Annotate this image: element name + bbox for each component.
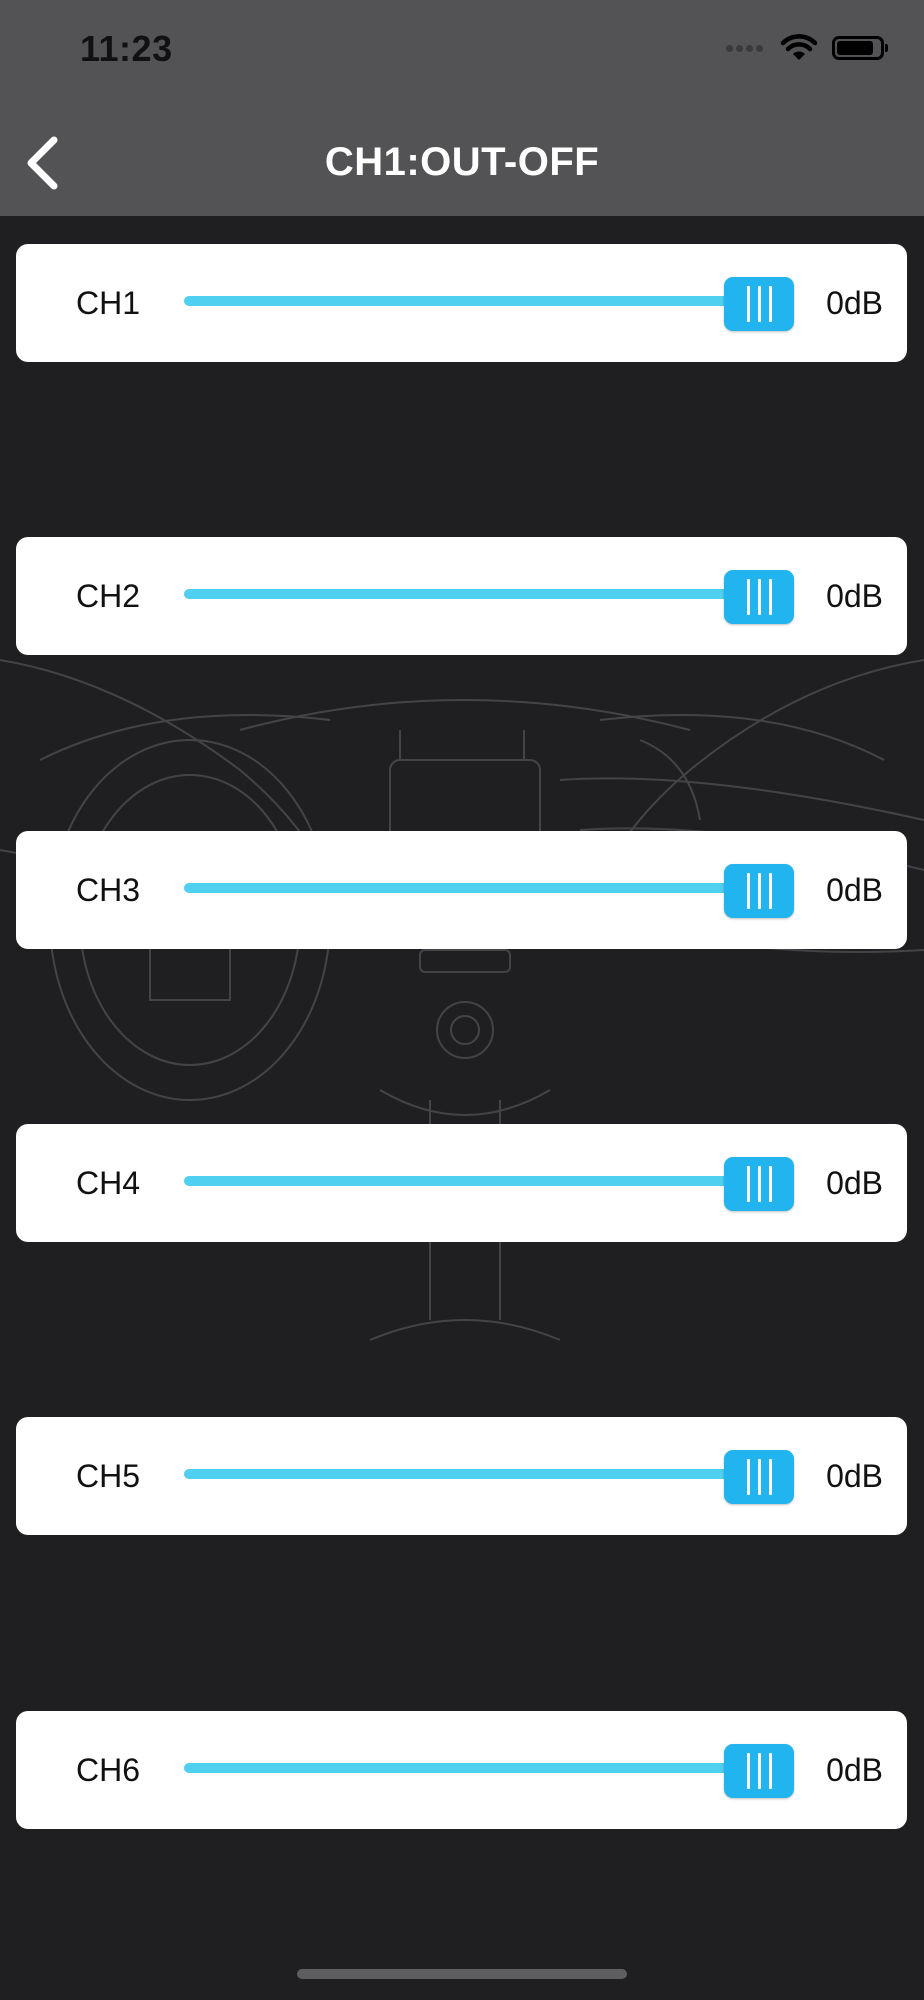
- channel-label: CH4: [75, 1165, 140, 1201]
- gain-value: 0dB: [826, 872, 883, 908]
- slider-fill: [184, 1176, 730, 1186]
- channel-label: CH6: [75, 1752, 140, 1788]
- slider-thumb[interactable]: [724, 1450, 794, 1504]
- gain-slider-ch4[interactable]: [184, 1124, 794, 1242]
- slider-fill: [184, 296, 730, 306]
- slider-thumb[interactable]: [724, 864, 794, 918]
- slider-thumb[interactable]: [724, 1744, 794, 1798]
- page-title: CH1:OUT-OFF: [324, 140, 600, 184]
- navigation-bar: 11:23 CH1:OUT-OFF: [0, 0, 924, 216]
- cellular-signal-icon: [726, 39, 766, 57]
- slider-fill: [184, 1469, 730, 1479]
- slider-thumb[interactable]: [724, 1157, 794, 1211]
- channel-row-ch1: CH1 0dB: [16, 244, 907, 362]
- status-time: 11:23: [80, 28, 173, 69]
- slider-thumb[interactable]: [724, 570, 794, 624]
- slider-fill: [184, 1763, 730, 1773]
- gain-slider-ch2[interactable]: [184, 537, 794, 655]
- channel-label: CH5: [75, 1458, 140, 1494]
- slider-fill: [184, 589, 730, 599]
- gain-slider-ch1[interactable]: [184, 244, 794, 362]
- channel-row-ch5: CH5 0dB: [16, 1417, 907, 1535]
- channel-row-ch4: CH4 0dB: [16, 1124, 907, 1242]
- gain-value: 0dB: [826, 1165, 883, 1201]
- car-dashboard-background-art: [0, 659, 924, 1341]
- gain-value: 0dB: [826, 1458, 883, 1494]
- gain-slider-ch5[interactable]: [184, 1417, 794, 1535]
- channel-label: CH1: [75, 285, 140, 321]
- gain-slider-ch3[interactable]: [184, 831, 794, 949]
- battery-icon: [832, 36, 888, 60]
- gain-slider-ch6[interactable]: [184, 1711, 794, 1829]
- battery-level: [837, 41, 873, 55]
- gain-value: 0dB: [826, 1752, 883, 1788]
- gain-value: 0dB: [826, 285, 883, 321]
- wifi-icon: [780, 34, 818, 60]
- status-icons: [726, 28, 888, 68]
- slider-fill: [184, 883, 730, 893]
- channel-label: CH2: [75, 578, 140, 614]
- channel-row-ch2: CH2 0dB: [16, 537, 907, 655]
- home-indicator: [297, 1969, 627, 1979]
- channel-row-ch6: CH6 0dB: [16, 1711, 907, 1829]
- gain-value: 0dB: [826, 578, 883, 614]
- channel-label: CH3: [75, 872, 140, 908]
- channel-row-ch3: CH3 0dB: [16, 831, 907, 949]
- slider-thumb[interactable]: [724, 277, 794, 331]
